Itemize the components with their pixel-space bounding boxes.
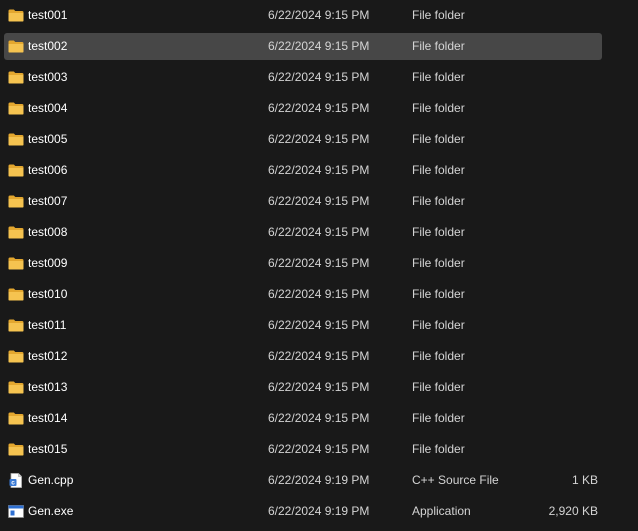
file-row[interactable]: Gen.exe 6/22/2024 9:19 PM Application 2,920… [4,498,602,525]
file-row[interactable]: test003 6/22/2024 9:15 PM File folder [4,64,602,91]
folder-icon [8,133,24,146]
file-date-modified: 6/22/2024 9:15 PM [268,349,370,363]
file-row[interactable]: test012 6/22/2024 9:15 PM File folder [4,343,602,370]
file-type: File folder [412,225,465,239]
file-row[interactable]: c Gen.cpp 6/22/2024 9:19 PM C++ Source Fil… [4,467,602,494]
file-date-modified: 6/22/2024 9:15 PM [268,8,370,22]
file-type: File folder [412,132,465,146]
file-date-modified: 6/22/2024 9:15 PM [268,411,370,425]
file-name: test012 [28,349,68,363]
file-row[interactable]: test008 6/22/2024 9:15 PM File folder [4,219,602,246]
file-name: test009 [28,256,68,270]
file-name: test011 [28,318,67,332]
file-row[interactable]: test009 6/22/2024 9:15 PM File folder [4,250,602,277]
file-date-modified: 6/22/2024 9:15 PM [268,225,370,239]
file-name: test008 [28,225,68,239]
folder-icon [8,9,24,22]
file-name: Gen.cpp [28,473,74,487]
file-date-modified: 6/22/2024 9:15 PM [268,132,370,146]
folder-icon [8,71,24,84]
file-type: File folder [412,163,465,177]
file-name: test015 [28,442,68,456]
file-date-modified: 6/22/2024 9:15 PM [268,70,370,84]
file-row[interactable]: test006 6/22/2024 9:15 PM File folder [4,157,602,184]
folder-icon [8,350,24,363]
file-type: File folder [412,442,465,456]
folder-icon [8,102,24,115]
file-row[interactable]: test005 6/22/2024 9:15 PM File folder [4,126,602,153]
folder-icon [8,164,24,177]
file-name: test014 [28,411,68,425]
file-date-modified: 6/22/2024 9:15 PM [268,39,370,53]
file-row[interactable]: test004 6/22/2024 9:15 PM File folder [4,95,602,122]
file-name: test001 [28,8,68,22]
file-row[interactable]: test011 6/22/2024 9:15 PM File folder [4,312,602,339]
file-date-modified: 6/22/2024 9:15 PM [268,318,370,332]
file-date-modified: 6/22/2024 9:15 PM [268,163,370,177]
exe-file-icon [8,505,24,518]
file-row[interactable]: test001 6/22/2024 9:15 PM File folder [4,2,602,29]
file-type: File folder [412,8,465,22]
file-row[interactable]: test013 6/22/2024 9:15 PM File folder [4,374,602,401]
folder-icon [8,319,24,332]
file-type: File folder [412,39,465,53]
file-date-modified: 6/22/2024 9:15 PM [268,287,370,301]
folder-icon [8,412,24,425]
file-type: Application [412,504,471,518]
file-row[interactable]: test015 6/22/2024 9:15 PM File folder [4,436,602,463]
file-list: test001 6/22/2024 9:15 PM File folder test… [0,0,638,531]
file-name: test010 [28,287,68,301]
file-name: test005 [28,132,68,146]
file-name: test002 [28,39,68,53]
file-name: test003 [28,70,68,84]
file-name: test007 [28,194,68,208]
file-date-modified: 6/22/2024 9:15 PM [268,194,370,208]
file-type: File folder [412,411,465,425]
file-date-modified: 6/22/2024 9:19 PM [268,504,370,518]
file-date-modified: 6/22/2024 9:15 PM [268,101,370,115]
file-name: test006 [28,163,68,177]
file-type: File folder [412,318,465,332]
file-type: File folder [412,287,465,301]
folder-icon [8,226,24,239]
file-date-modified: 6/22/2024 9:15 PM [268,256,370,270]
file-size: 2,920 KB [548,504,598,518]
svg-text:c: c [11,480,15,487]
folder-icon [8,443,24,456]
file-name: test004 [28,101,68,115]
cpp-file-icon: c [8,473,24,488]
file-row[interactable]: test010 6/22/2024 9:15 PM File folder [4,281,602,308]
file-type: File folder [412,194,465,208]
file-type: File folder [412,101,465,115]
file-name: test013 [28,380,68,394]
file-type: C++ Source File [412,473,499,487]
file-size: 1 KB [571,473,598,487]
file-type: File folder [412,349,465,363]
file-date-modified: 6/22/2024 9:15 PM [268,442,370,456]
folder-icon [8,381,24,394]
file-type: File folder [412,256,465,270]
file-type: File folder [412,70,465,84]
folder-icon [8,40,24,53]
file-date-modified: 6/22/2024 9:19 PM [268,473,370,487]
file-type: File folder [412,380,465,394]
file-name: Gen.exe [28,504,74,518]
file-row[interactable]: test014 6/22/2024 9:15 PM File folder [4,405,602,432]
folder-icon [8,195,24,208]
folder-icon [8,288,24,301]
file-row[interactable]: test002 6/22/2024 9:15 PM File folder [4,33,602,60]
file-row[interactable]: test007 6/22/2024 9:15 PM File folder [4,188,602,215]
folder-icon [8,257,24,270]
file-date-modified: 6/22/2024 9:15 PM [268,380,370,394]
